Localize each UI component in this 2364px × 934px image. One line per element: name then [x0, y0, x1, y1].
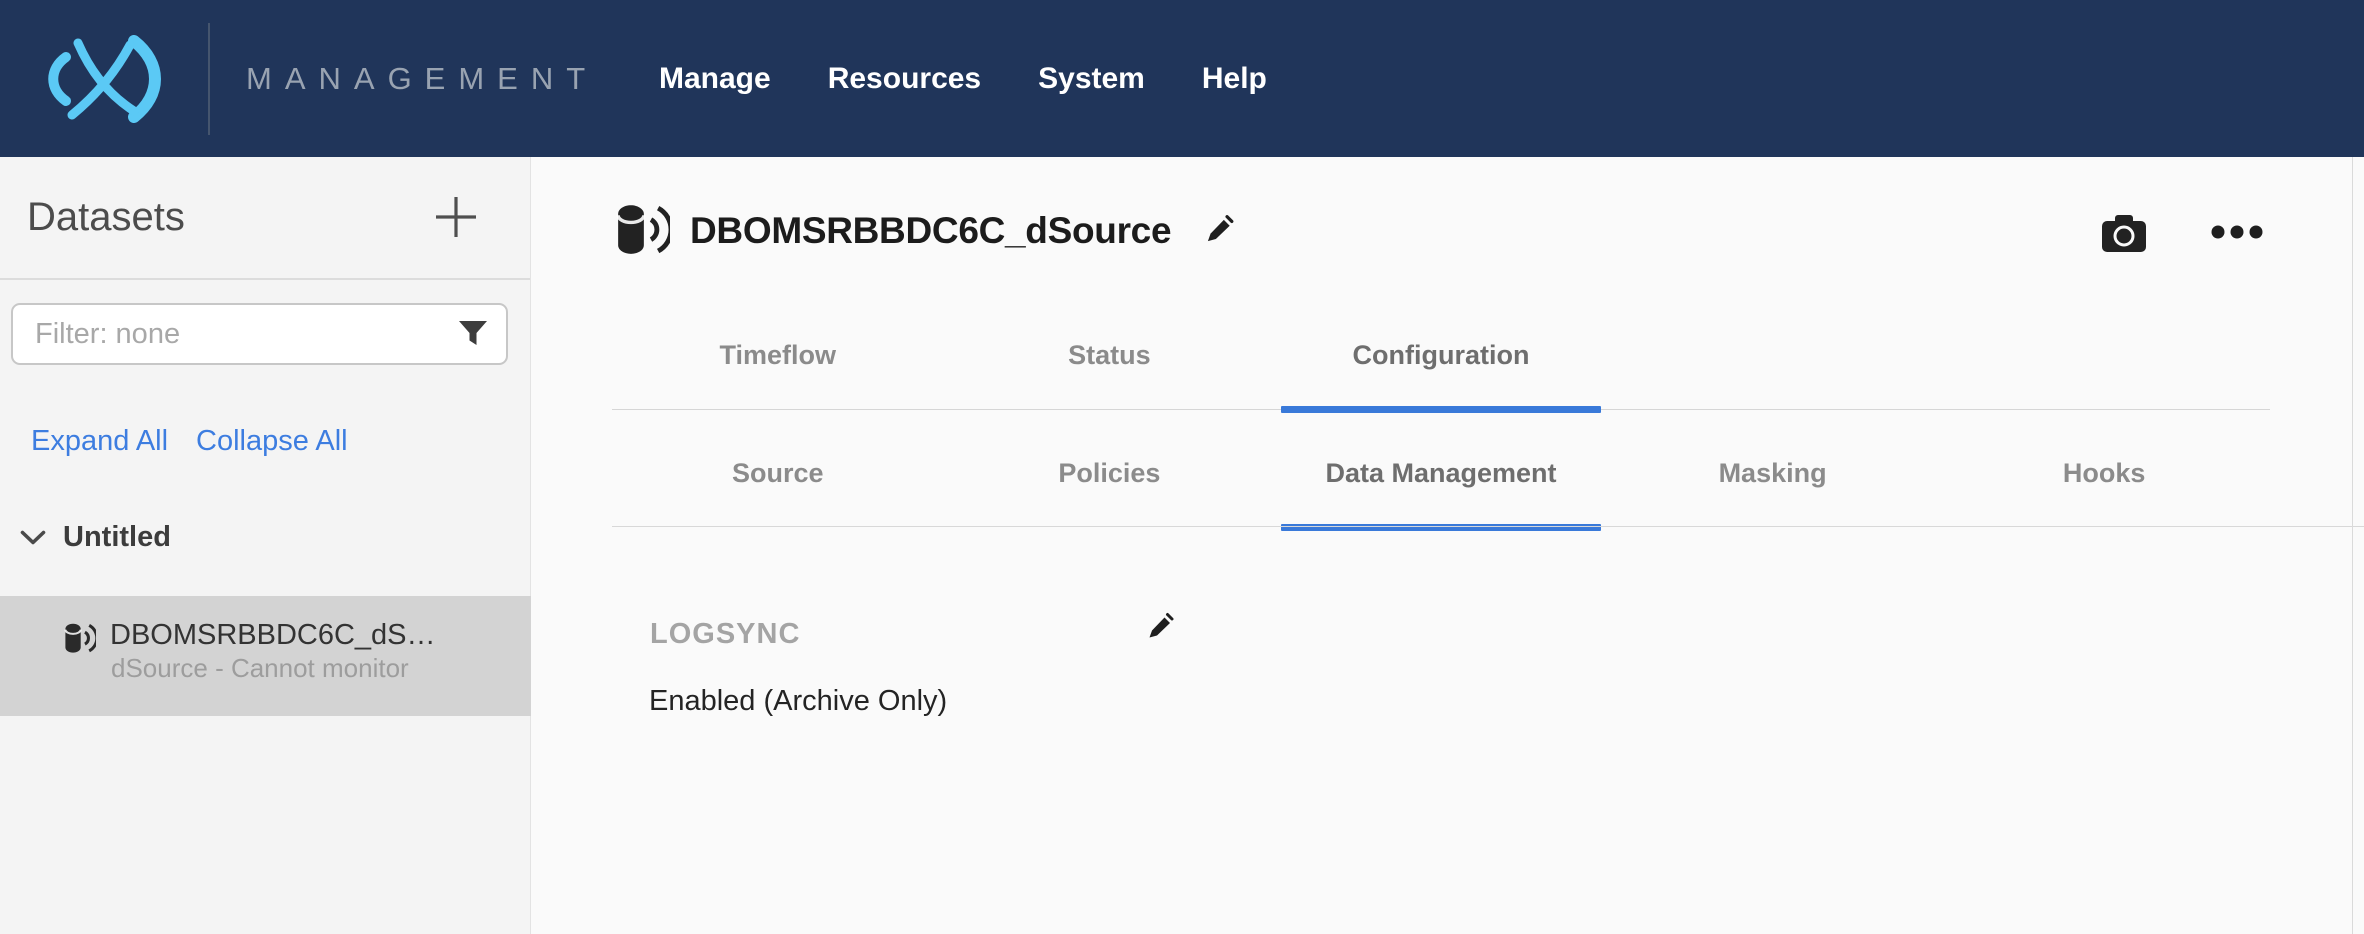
top-navigation-bar: MANAGEMENT Manage Resources System Help: [0, 0, 2364, 157]
dataset-item-status: dSource - Cannot monitor: [111, 652, 409, 684]
plus-icon: [433, 194, 479, 240]
subtab-source[interactable]: Source: [612, 420, 944, 527]
primary-nav: Manage Resources System Help: [659, 0, 1267, 157]
nav-item-resources[interactable]: Resources: [828, 62, 981, 96]
dataset-item-name: DBOMSRBBDC6C_dS…: [110, 617, 436, 653]
dataset-group-untitled[interactable]: Untitled: [20, 519, 171, 555]
delphix-logo-icon[interactable]: [22, 35, 180, 123]
dsource-icon: [62, 620, 96, 658]
filter-input[interactable]: [13, 318, 458, 351]
page-title: DBOMSRBBDC6C_dSource: [690, 210, 1171, 252]
snapshot-camera-button[interactable]: [2101, 214, 2147, 254]
tab-status[interactable]: Status: [944, 300, 1276, 409]
datasets-title: Datasets: [27, 193, 185, 241]
funnel-icon: [458, 320, 488, 346]
subtab-data-management[interactable]: Data Management: [1275, 420, 1607, 527]
filter-menu-button[interactable]: [458, 320, 488, 348]
subtab-policies[interactable]: Policies: [944, 420, 1276, 527]
add-dataset-button[interactable]: [433, 194, 479, 240]
subtab-hooks[interactable]: Hooks: [1938, 420, 2270, 527]
camera-icon: [2101, 214, 2147, 254]
configuration-subtabs: Source Policies Data Management Masking …: [612, 420, 2270, 527]
dataset-item-selected[interactable]: DBOMSRBBDC6C_dS… dSource - Cannot monito…: [0, 596, 531, 716]
edit-title-button[interactable]: [1201, 214, 1235, 248]
tab-timeflow[interactable]: Timeflow: [612, 300, 944, 409]
logo-divider: [208, 23, 210, 135]
subtabs-divider: [612, 526, 2364, 527]
page-title-row: DBOMSRBBDC6C_dSource: [612, 199, 1235, 263]
dsource-icon: [612, 201, 670, 261]
subtab-masking[interactable]: Masking: [1607, 420, 1939, 527]
group-label: Untitled: [63, 521, 171, 554]
management-app: MANAGEMENT Manage Resources System Help …: [0, 0, 2364, 934]
logsync-label: LOGSYNC: [650, 617, 800, 651]
datasets-sidebar: Datasets Expand All Collapse All Untitle…: [0, 157, 531, 934]
chevron-down-icon[interactable]: [20, 530, 46, 545]
nav-item-system[interactable]: System: [1038, 62, 1145, 96]
nav-item-manage[interactable]: Manage: [659, 62, 771, 96]
sidebar-header-divider: [0, 278, 530, 280]
pencil-icon: [1201, 214, 1235, 248]
pencil-icon: [1143, 612, 1175, 644]
edit-logsync-button[interactable]: [1143, 612, 1175, 644]
ellipsis-icon: [2211, 225, 2263, 239]
logsync-value: Enabled (Archive Only): [649, 684, 947, 718]
expand-all-link[interactable]: Expand All: [31, 425, 168, 458]
tree-actions: Expand All Collapse All: [31, 425, 348, 458]
content-right-border: [2352, 157, 2353, 934]
dataset-filter: [11, 303, 508, 365]
collapse-all-link[interactable]: Collapse All: [196, 425, 348, 458]
tab-configuration[interactable]: Configuration: [1275, 300, 1607, 409]
nav-item-help[interactable]: Help: [1202, 62, 1267, 96]
dataset-detail-pane: DBOMSRBBDC6C_dSource Timef: [531, 157, 2364, 934]
more-actions-button[interactable]: [2211, 225, 2263, 239]
brand-title: MANAGEMENT: [246, 61, 598, 97]
dataset-tabs: Timeflow Status Configuration: [612, 300, 2270, 410]
